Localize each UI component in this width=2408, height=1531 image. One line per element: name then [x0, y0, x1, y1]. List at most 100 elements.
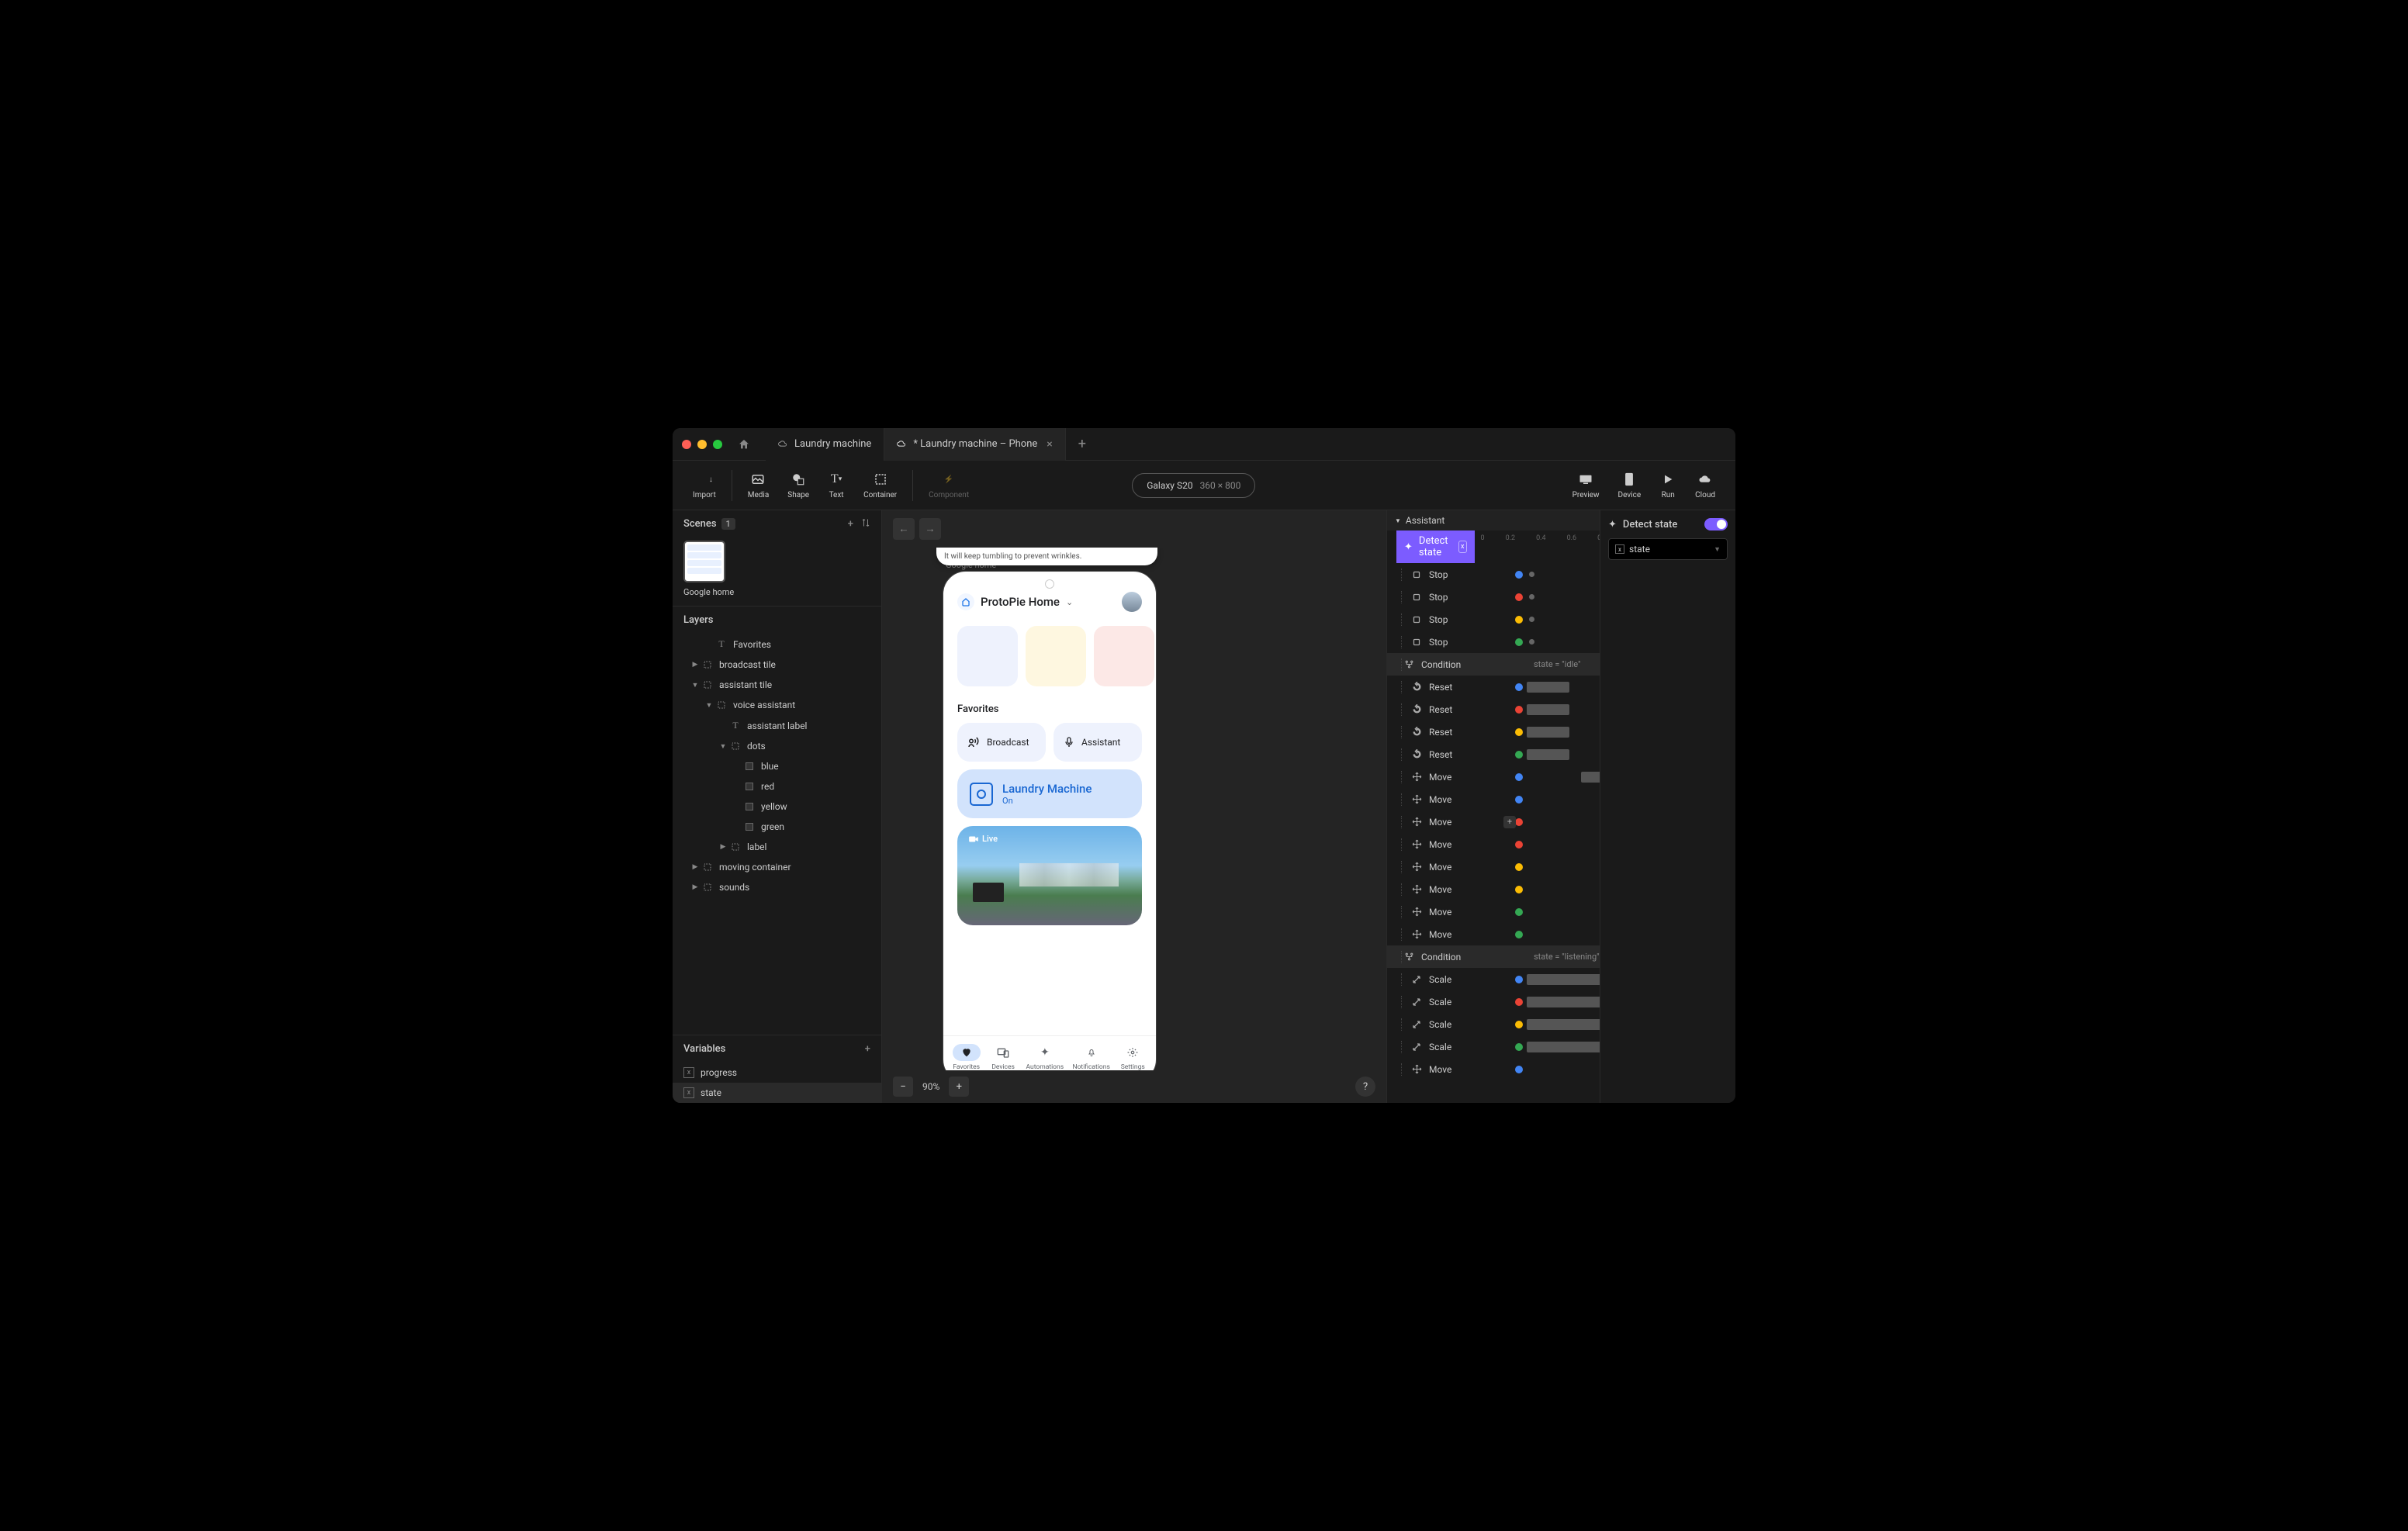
response-row[interactable]: Move	[1387, 766, 1600, 788]
timeline-track[interactable]	[1523, 631, 1600, 653]
timeline-track[interactable]	[1523, 833, 1600, 855]
phone-artboard[interactable]: ProtoPie Home ⌄ Favorites B	[943, 571, 1157, 1070]
tab-laundry-machine[interactable]: Laundry machine	[766, 428, 884, 461]
close-tab-button[interactable]: ×	[1047, 438, 1052, 451]
run-button[interactable]: Run	[1650, 471, 1686, 499]
device-selector[interactable]: Galaxy S20 360 × 800	[1132, 473, 1255, 498]
timeline-track[interactable]	[1523, 563, 1600, 586]
canvas-area[interactable]: ← → It will keep tumbling to prevent wri…	[882, 510, 1386, 1103]
layer-row[interactable]: ▼ assistant tile	[673, 675, 881, 695]
response-row[interactable]: Reset	[1387, 743, 1600, 766]
timeline-track[interactable]	[1523, 766, 1600, 788]
timeline-track[interactable]	[1523, 743, 1600, 766]
trigger-detect-state[interactable]: ✦ Detect state x	[1396, 530, 1475, 563]
expand-chevron-icon[interactable]: ▼	[718, 742, 728, 751]
timeline-track[interactable]	[1523, 900, 1600, 923]
response-row[interactable]: Reset	[1387, 698, 1600, 721]
zoom-in-button[interactable]: +	[949, 1077, 969, 1097]
layer-row[interactable]: T Favorites	[673, 634, 881, 655]
add-response-button[interactable]: +	[1503, 816, 1516, 828]
response-row[interactable]: Stop	[1387, 563, 1600, 586]
canvas-viewport[interactable]: It will keep tumbling to prevent wrinkle…	[882, 548, 1386, 1070]
timeline-bar[interactable]	[1527, 997, 1600, 1007]
close-window-button[interactable]	[682, 440, 691, 449]
container-button[interactable]: Container	[854, 471, 906, 499]
layer-row[interactable]: red	[673, 776, 881, 797]
layer-row[interactable]: T assistant label	[673, 715, 881, 736]
help-button[interactable]: ?	[1355, 1077, 1375, 1097]
response-row[interactable]: Move	[1387, 855, 1600, 878]
timeline-track[interactable]	[1523, 810, 1600, 833]
timeline-bar[interactable]	[1527, 749, 1569, 760]
import-button[interactable]: ↓ Import	[683, 471, 725, 499]
minimize-window-button[interactable]	[697, 440, 707, 449]
expand-chevron-icon[interactable]: ▶	[690, 883, 701, 891]
response-row[interactable]: Stop	[1387, 631, 1600, 653]
layer-row[interactable]: ▶ moving container	[673, 857, 881, 877]
interaction-group-header[interactable]: ▼ Assistant	[1387, 510, 1600, 530]
timeline-bar[interactable]	[1527, 1042, 1600, 1052]
response-row[interactable]: Stop	[1387, 586, 1600, 608]
timeline-bar[interactable]	[1581, 772, 1600, 783]
timeline-track[interactable]	[1523, 855, 1600, 878]
expand-chevron-icon[interactable]: ▼	[690, 681, 701, 689]
response-row[interactable]: Move	[1387, 878, 1600, 900]
device-button[interactable]: Device	[1609, 471, 1651, 499]
variable-select[interactable]: x state ▼	[1608, 538, 1728, 560]
timeline-bar[interactable]	[1527, 682, 1569, 693]
response-row[interactable]: Stop	[1387, 608, 1600, 631]
timeline-track[interactable]	[1523, 1058, 1600, 1080]
timeline-marker[interactable]	[1529, 617, 1534, 622]
timeline-bar[interactable]	[1527, 704, 1569, 715]
response-row[interactable]: Move	[1387, 923, 1600, 945]
timeline-track[interactable]	[1523, 698, 1600, 721]
response-row[interactable]: Move	[1387, 1058, 1600, 1080]
response-row[interactable]: Reset	[1387, 676, 1600, 698]
timeline-track[interactable]	[1523, 990, 1600, 1013]
response-row[interactable]: Reset	[1387, 721, 1600, 743]
layer-row[interactable]: ▶ label	[673, 837, 881, 857]
condition-row[interactable]: Condition state = "idle"	[1387, 653, 1600, 676]
layer-row[interactable]: ▶ broadcast tile	[673, 655, 881, 675]
maximize-window-button[interactable]	[713, 440, 722, 449]
timeline-marker[interactable]	[1529, 572, 1534, 577]
expand-chevron-icon[interactable]: ▶	[690, 661, 701, 669]
timeline-track[interactable]	[1523, 968, 1600, 990]
timeline-track[interactable]	[1523, 1035, 1600, 1058]
media-button[interactable]: Media	[739, 471, 779, 499]
response-row[interactable]: Move	[1387, 833, 1600, 855]
add-tab-button[interactable]: +	[1066, 436, 1098, 452]
timeline-track[interactable]	[1523, 878, 1600, 900]
add-scene-button[interactable]: +	[848, 518, 853, 530]
preview-button[interactable]: Preview	[1563, 471, 1609, 499]
response-row[interactable]: Scale	[1387, 1035, 1600, 1058]
timeline-track[interactable]	[1523, 788, 1600, 810]
scene-thumbnail[interactable]: Google home	[683, 541, 870, 598]
timeline-marker[interactable]	[1529, 639, 1534, 645]
layer-row[interactable]: blue	[673, 756, 881, 776]
timeline-track[interactable]	[1523, 608, 1600, 631]
home-button[interactable]	[738, 438, 750, 451]
cloud-button[interactable]: Cloud	[1686, 471, 1725, 499]
layer-row[interactable]: green	[673, 817, 881, 837]
expand-chevron-icon[interactable]: ▶	[690, 863, 701, 871]
response-row[interactable]: Move	[1387, 900, 1600, 923]
response-row[interactable]: Move +	[1387, 810, 1600, 833]
timeline-bar[interactable]	[1527, 727, 1569, 738]
timeline-track[interactable]	[1523, 721, 1600, 743]
layer-row[interactable]: ▶ sounds	[673, 877, 881, 897]
layer-row[interactable]: ▼ voice assistant	[673, 695, 881, 715]
tab-laundry-machine-phone[interactable]: * Laundry machine – Phone ×	[884, 428, 1065, 461]
layer-row[interactable]: yellow	[673, 797, 881, 817]
timeline-bar[interactable]	[1527, 974, 1600, 985]
delete-trigger-button[interactable]: x	[1458, 541, 1467, 553]
timeline-track[interactable]	[1523, 586, 1600, 608]
layer-row[interactable]: ▼ dots	[673, 736, 881, 756]
variable-state[interactable]: x state	[673, 1083, 881, 1103]
shape-button[interactable]: Shape	[778, 471, 818, 499]
timeline-marker[interactable]	[1529, 594, 1534, 600]
canvas-forward-button[interactable]: →	[919, 518, 941, 540]
scene-sort-button[interactable]	[861, 518, 870, 530]
add-variable-button[interactable]: +	[865, 1043, 870, 1055]
variable-progress[interactable]: x progress	[673, 1063, 881, 1083]
